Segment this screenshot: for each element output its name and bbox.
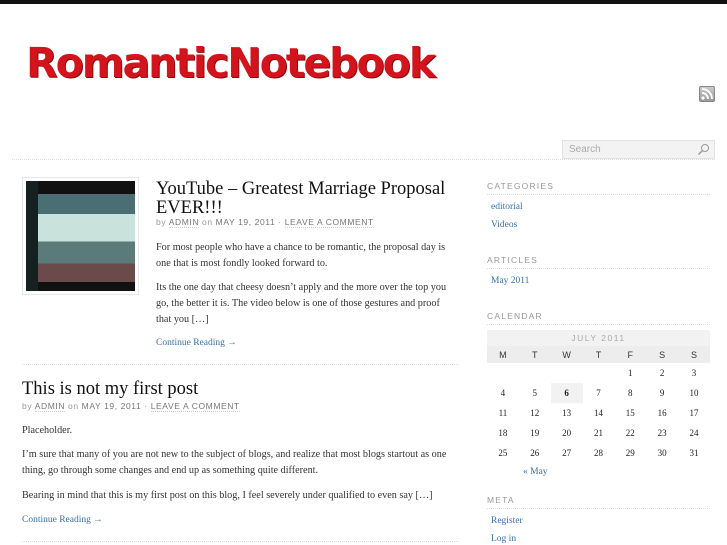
calendar-empty-cell <box>551 363 583 383</box>
post-title[interactable]: This is not my first post <box>22 380 452 399</box>
calendar-day: 25 <box>498 448 508 458</box>
calendar-prev-month-link[interactable]: « May <box>523 467 548 477</box>
calendar-day: 9 <box>659 388 665 398</box>
calendar-day-header: F <box>614 346 647 363</box>
search-icon[interactable] <box>697 143 710 156</box>
post-meta: by ADMIN on MAY 19, 2011 · LEAVE A COMME… <box>156 217 374 228</box>
calendar-day: 27 <box>562 448 572 458</box>
category-link-editorial[interactable]: editorial <box>491 202 523 212</box>
calendar-day: 31 <box>689 448 699 458</box>
continue-reading-link[interactable]: Continue Reading → <box>22 515 103 525</box>
calendar-day: 13 <box>562 408 572 418</box>
category-link-videos[interactable]: Videos <box>491 220 517 230</box>
calendar-day: 29 <box>625 448 635 458</box>
calendar-week: 18 19 20 21 22 23 24 <box>487 423 710 443</box>
post-divider <box>22 364 459 365</box>
archive-link[interactable]: May 2011 <box>491 276 529 286</box>
calendar-day: 3 <box>691 368 697 378</box>
categories-widget-title: CATEGORIES <box>487 181 710 195</box>
register-link[interactable]: Register <box>491 516 523 526</box>
search-input[interactable]: Search <box>562 140 715 159</box>
calendar-day: 1 <box>628 368 633 378</box>
meta-widget-title: META <box>487 495 710 509</box>
calendar-day: 15 <box>625 408 635 418</box>
post-title[interactable]: YouTube – Greatest Marriage Proposal EVE… <box>156 180 456 218</box>
calendar: JULY 2011 MTWTFSS 1 2 3 4 5 6 7 8 9 10 11 12 13 14 15 1… <box>487 330 710 463</box>
post-paragraph: Bearing in mind that this is my first po… <box>22 490 433 501</box>
post-thumbnail[interactable] <box>22 177 139 295</box>
calendar-day: 11 <box>498 408 508 418</box>
post-date: MAY 19, 2011 <box>81 401 142 411</box>
calendar-week: 11 12 13 14 15 16 17 <box>487 403 710 423</box>
calendar-day: 22 <box>625 428 635 438</box>
calendar-day: 23 <box>657 428 667 438</box>
calendar-day: 16 <box>657 408 667 418</box>
calendar-week: 1 2 3 <box>487 363 710 383</box>
calendar-day: 10 <box>689 388 699 398</box>
calendar-empty-cell <box>487 363 519 383</box>
video-thumbnail-image <box>26 181 135 291</box>
calendar-day: 30 <box>657 448 667 458</box>
header-divider <box>12 159 715 160</box>
leave-comment-link[interactable]: LEAVE A COMMENT <box>284 217 374 228</box>
calendar-day: 4 <box>500 388 506 398</box>
calendar-empty-cell <box>519 363 551 383</box>
calendar-day: 8 <box>628 388 633 398</box>
post-paragraph: For most people who have a chance to be … <box>156 242 446 269</box>
post-paragraph: Its the one day that cheesy doesn’t appl… <box>156 282 447 325</box>
articles-widget-title: ARTICLES <box>487 255 710 269</box>
calendar-day: 6 <box>550 383 583 403</box>
calendar-widget-title: CALENDAR <box>487 311 710 325</box>
post-divider <box>22 541 459 542</box>
calendar-day: 24 <box>689 428 699 438</box>
calendar-week: 25 26 27 28 29 30 31 <box>487 443 710 463</box>
calendar-day-header: M <box>487 346 519 363</box>
calendar-day: 12 <box>530 408 540 418</box>
calendar-day-header: S <box>646 346 679 363</box>
rss-feed-icon[interactable] <box>699 86 715 102</box>
post-paragraph: Placeholder. <box>22 425 73 436</box>
calendar-day: 19 <box>530 428 540 438</box>
calendar-day: 5 <box>532 388 538 398</box>
leave-comment-link[interactable]: LEAVE A COMMENT <box>150 401 240 412</box>
author-link[interactable]: ADMIN <box>168 217 200 228</box>
calendar-day-header: T <box>518 346 551 363</box>
post-paragraph: I’m sure that many of you are not new to… <box>22 449 447 476</box>
calendar-empty-cell <box>583 363 615 383</box>
post-date: MAY 19, 2011 <box>215 217 276 227</box>
continue-reading-link[interactable]: Continue Reading → <box>156 338 237 348</box>
top-bar <box>0 0 727 4</box>
calendar-day: 26 <box>530 448 540 458</box>
calendar-day: 14 <box>593 408 603 418</box>
author-link[interactable]: ADMIN <box>34 401 66 412</box>
calendar-day: 28 <box>593 448 603 458</box>
post-meta: by ADMIN on MAY 19, 2011 · LEAVE A COMME… <box>22 401 240 412</box>
calendar-day: 7 <box>596 388 601 398</box>
calendar-day-header: W <box>550 346 583 363</box>
calendar-day: 17 <box>689 408 699 418</box>
calendar-week: 4 5 6 7 8 9 10 <box>487 383 710 403</box>
calendar-day: 20 <box>562 428 572 438</box>
site-logo[interactable]: RomanticNotebook <box>26 28 436 98</box>
calendar-caption: JULY 2011 <box>487 330 710 346</box>
calendar-day-header: S <box>678 346 710 363</box>
calendar-day-header: T <box>582 346 615 363</box>
calendar-day: 2 <box>659 368 665 378</box>
calendar-day: 18 <box>498 428 508 438</box>
calendar-day: 21 <box>593 428 603 438</box>
login-link[interactable]: Log in <box>491 534 516 544</box>
